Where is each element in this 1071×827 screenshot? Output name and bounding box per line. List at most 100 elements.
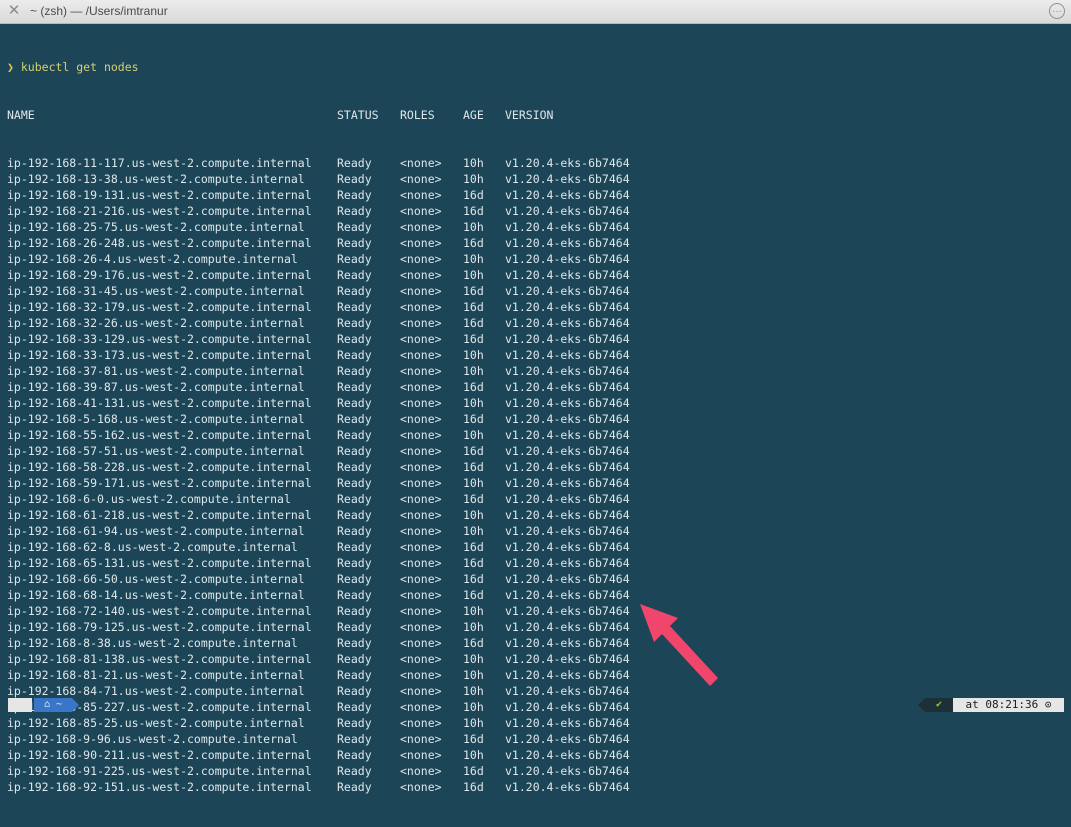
node-age: 16d [463,300,484,314]
node-roles: <none> [400,540,442,554]
table-row: ip-192-168-65-131.us-west-2.compute.inte… [7,555,1062,571]
node-age: 10h [463,172,484,186]
node-status: Ready [337,636,372,650]
current-directory: ⌂ ~ [34,698,72,712]
node-version: v1.20.4-eks-6b7464 [505,732,630,746]
apple-icon [8,698,32,712]
node-age: 16d [463,412,484,426]
node-age: 10h [463,268,484,282]
node-age: 10h [463,396,484,410]
node-name: ip-192-168-90-211.us-west-2.compute.inte… [7,748,312,762]
close-icon[interactable]: ✕ [6,3,22,19]
node-version: v1.20.4-eks-6b7464 [505,764,630,778]
node-age: 16d [463,732,484,746]
table-row: ip-192-168-61-94.us-west-2.compute.inter… [7,523,1062,539]
node-version: v1.20.4-eks-6b7464 [505,252,630,266]
more-icon[interactable]: … [1049,3,1065,19]
node-name: ip-192-168-9-96.us-west-2.compute.intern… [7,732,298,746]
annotation-arrow-shape [640,604,718,686]
node-name: ip-192-168-13-38.us-west-2.compute.inter… [7,172,305,186]
node-status: Ready [337,524,372,538]
node-version: v1.20.4-eks-6b7464 [505,444,630,458]
node-status: Ready [337,604,372,618]
table-row: ip-192-168-31-45.us-west-2.compute.inter… [7,283,1062,299]
node-age: 16d [463,460,484,474]
title-bar: ✕ ~ (zsh) — /Users/imtranur … [0,0,1071,24]
node-roles: <none> [400,604,442,618]
node-version: v1.20.4-eks-6b7464 [505,524,630,538]
node-status: Ready [337,540,372,554]
table-row: ip-192-168-62-8.us-west-2.compute.intern… [7,539,1062,555]
node-version: v1.20.4-eks-6b7464 [505,220,630,234]
node-age: 16d [463,236,484,250]
node-name: ip-192-168-66-50.us-west-2.compute.inter… [7,572,305,586]
node-name: ip-192-168-32-179.us-west-2.compute.inte… [7,300,312,314]
check-icon: ✔ [925,698,953,712]
table-row: ip-192-168-9-96.us-west-2.compute.intern… [7,731,1062,747]
node-roles: <none> [400,716,442,730]
table-row: ip-192-168-41-131.us-west-2.compute.inte… [7,395,1062,411]
node-roles: <none> [400,348,442,362]
terminal-window: ✕ ~ (zsh) — /Users/imtranur … ❯ kubectl … [0,0,1071,794]
node-status: Ready [337,764,372,778]
node-age: 10h [463,620,484,634]
table-row: ip-192-168-68-14.us-west-2.compute.inter… [7,587,1062,603]
node-age: 10h [463,428,484,442]
node-status: Ready [337,268,372,282]
node-name: ip-192-168-25-75.us-west-2.compute.inter… [7,220,305,234]
node-roles: <none> [400,300,442,314]
node-name: ip-192-168-68-14.us-west-2.compute.inter… [7,588,305,602]
node-name: ip-192-168-39-87.us-west-2.compute.inter… [7,380,305,394]
prompt-icon: ❯ [7,60,14,74]
node-name: ip-192-168-33-173.us-west-2.compute.inte… [7,348,312,362]
node-roles: <none> [400,268,442,282]
node-age: 16d [463,380,484,394]
node-roles: <none> [400,380,442,394]
node-roles: <none> [400,668,442,682]
segment-separator [72,698,79,712]
node-version: v1.20.4-eks-6b7464 [505,300,630,314]
node-status: Ready [337,492,372,506]
node-roles: <none> [400,620,442,634]
header-status: STATUS [337,108,379,122]
table-row: ip-192-168-57-51.us-west-2.compute.inter… [7,443,1062,459]
table-row: ip-192-168-6-0.us-west-2.compute.interna… [7,491,1062,507]
node-roles: <none> [400,236,442,250]
table-row: ip-192-168-19-131.us-west-2.compute.inte… [7,187,1062,203]
node-status: Ready [337,668,372,682]
node-roles: <none> [400,508,442,522]
node-name: ip-192-168-55-162.us-west-2.compute.inte… [7,428,312,442]
table-row: ip-192-168-72-140.us-west-2.compute.inte… [7,603,1062,619]
node-age: 10h [463,524,484,538]
node-roles: <none> [400,572,442,586]
node-age: 10h [463,652,484,666]
segment-separator-right [918,698,925,712]
node-age: 10h [463,748,484,762]
node-status: Ready [337,188,372,202]
node-name: ip-192-168-33-129.us-west-2.compute.inte… [7,332,312,346]
table-row: ip-192-168-5-168.us-west-2.compute.inter… [7,411,1062,427]
node-name: ip-192-168-29-176.us-west-2.compute.inte… [7,268,312,282]
node-roles: <none> [400,428,442,442]
node-name: ip-192-168-26-4.us-west-2.compute.intern… [7,252,298,266]
node-status: Ready [337,236,372,250]
node-status: Ready [337,620,372,634]
node-roles: <none> [400,476,442,490]
node-roles: <none> [400,220,442,234]
table-row: ip-192-168-81-138.us-west-2.compute.inte… [7,651,1062,667]
table-row: ip-192-168-13-38.us-west-2.compute.inter… [7,171,1062,187]
node-name: ip-192-168-41-131.us-west-2.compute.inte… [7,396,312,410]
node-version: v1.20.4-eks-6b7464 [505,348,630,362]
node-status: Ready [337,252,372,266]
node-name: ip-192-168-72-140.us-west-2.compute.inte… [7,604,312,618]
node-status: Ready [337,300,372,314]
node-status: Ready [337,428,372,442]
node-age: 10h [463,252,484,266]
node-version: v1.20.4-eks-6b7464 [505,188,630,202]
table-row: ip-192-168-26-4.us-west-2.compute.intern… [7,251,1062,267]
node-roles: <none> [400,588,442,602]
node-version: v1.20.4-eks-6b7464 [505,172,630,186]
node-roles: <none> [400,732,442,746]
table-row: ip-192-168-33-129.us-west-2.compute.inte… [7,331,1062,347]
table-row: ip-192-168-59-171.us-west-2.compute.inte… [7,475,1062,491]
